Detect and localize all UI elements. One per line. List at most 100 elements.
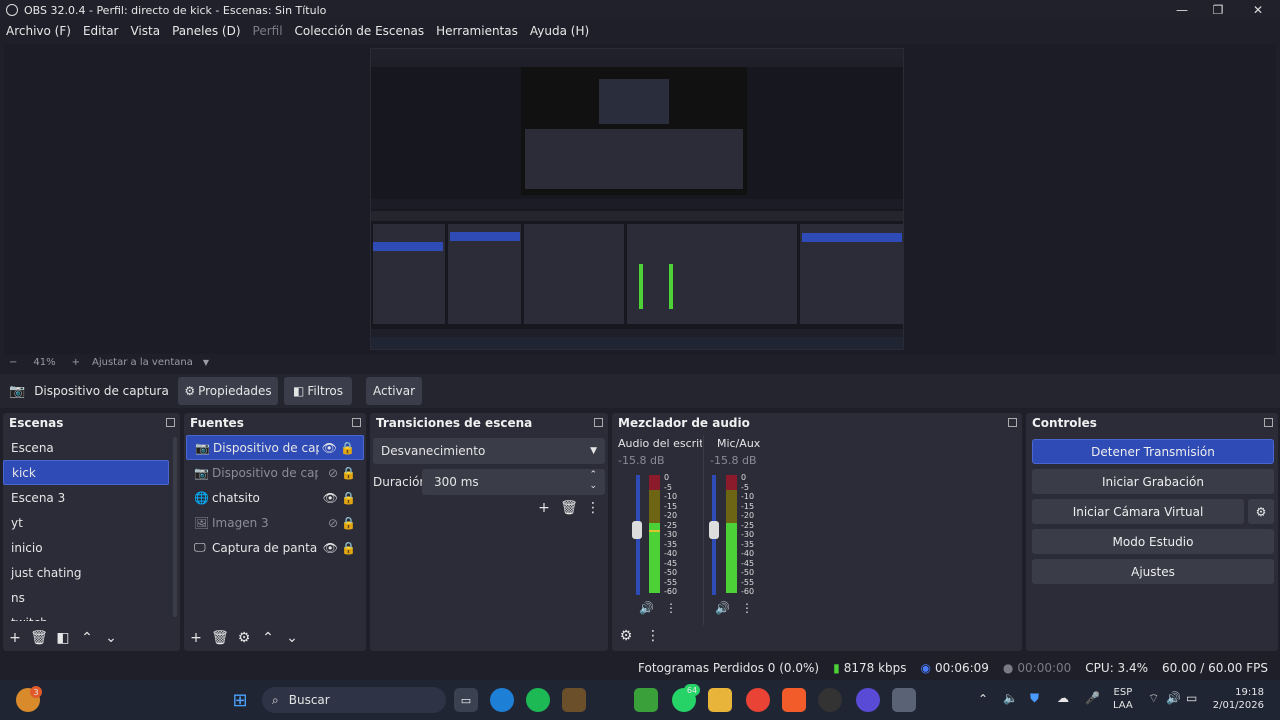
- more-icon[interactable]: ⋮: [581, 499, 605, 517]
- menu-editar[interactable]: Editar: [83, 24, 119, 38]
- chevron-up-icon[interactable]: ⌃: [589, 470, 597, 480]
- eye-icon[interactable]: 👁: [322, 441, 337, 455]
- battery-icon[interactable]: ▭: [1186, 691, 1197, 705]
- chevron-down-icon[interactable]: ⌄: [589, 481, 597, 491]
- obs-taskbar-icon[interactable]: [818, 688, 842, 712]
- language-indicator[interactable]: ESP LAA: [1113, 686, 1133, 712]
- task-view-icon[interactable]: ▭: [454, 688, 478, 712]
- filters-button[interactable]: ◧ Filtros: [284, 377, 352, 405]
- start-recording-button[interactable]: Iniciar Grabación: [1032, 469, 1274, 494]
- folder-icon[interactable]: [708, 688, 732, 712]
- add-icon[interactable]: +: [184, 629, 208, 647]
- eye-hidden-icon[interactable]: ⊘: [328, 466, 338, 480]
- trash-icon[interactable]: 🗑: [557, 499, 581, 517]
- eye-icon[interactable]: 👁: [323, 491, 338, 505]
- source-item[interactable]: 🖵 Captura de pantalla 3 👁🔒: [186, 535, 364, 560]
- volume-icon[interactable]: 🔊: [1166, 691, 1181, 705]
- duration-spinbox[interactable]: 300 ms ⌃ ⌄: [422, 469, 605, 495]
- wifi-icon[interactable]: ⌔: [1148, 691, 1159, 706]
- undock-icon[interactable]: [1008, 418, 1017, 427]
- taskbar-search[interactable]: ⌕ Buscar: [262, 687, 446, 713]
- chevron-down-icon[interactable]: ▼: [203, 358, 209, 367]
- add-icon[interactable]: +: [3, 629, 27, 647]
- scene-item[interactable]: yt: [3, 510, 169, 535]
- scene-item[interactable]: inicio: [3, 535, 169, 560]
- gear-icon[interactable]: ⚙: [614, 627, 638, 645]
- app-icon[interactable]: [856, 688, 880, 712]
- more-icon[interactable]: ⋮: [641, 627, 665, 645]
- windows-start-icon[interactable]: ⊞: [228, 688, 252, 712]
- arrow-down-icon[interactable]: ⌄: [280, 629, 304, 647]
- arrow-up-icon[interactable]: ⌃: [256, 629, 280, 647]
- lock-icon[interactable]: 🔒: [341, 516, 356, 530]
- gear-icon[interactable]: ⚙: [232, 629, 256, 647]
- add-icon[interactable]: +: [532, 499, 556, 517]
- filter-icon[interactable]: ◧: [51, 629, 75, 647]
- zoom-out-button[interactable]: −: [9, 357, 17, 368]
- lock-icon[interactable]: 🔒: [340, 441, 355, 455]
- preview-canvas[interactable]: [4, 44, 1276, 354]
- edge-icon[interactable]: [490, 688, 514, 712]
- menu-paneles[interactable]: Paneles (D): [172, 24, 240, 38]
- volume-fader-handle[interactable]: [709, 521, 719, 539]
- source-item[interactable]: 📷Dispositivo de captur ⊘🔒: [186, 460, 364, 485]
- activate-button[interactable]: Activar: [366, 377, 422, 405]
- speaker-icon[interactable]: 🔊: [715, 601, 730, 615]
- scene-item[interactable]: ns: [3, 585, 169, 610]
- fit-window-label[interactable]: Ajustar a la ventana: [92, 357, 193, 368]
- shield-icon[interactable]: ⛊: [1030, 691, 1039, 706]
- transition-select[interactable]: Desvanecimiento ▼: [373, 438, 605, 464]
- trash-icon[interactable]: 🗑: [208, 629, 232, 647]
- more-icon[interactable]: ⋮: [741, 601, 753, 615]
- lock-icon[interactable]: 🔒: [341, 491, 356, 505]
- zoom-in-button[interactable]: +: [72, 357, 80, 368]
- arrow-down-icon[interactable]: ⌄: [99, 629, 123, 647]
- lock-icon[interactable]: 🔒: [341, 466, 356, 480]
- scene-item[interactable]: twitch: [3, 610, 169, 622]
- trash-icon[interactable]: 🗑: [27, 629, 51, 647]
- settings-button[interactable]: Ajustes: [1032, 559, 1274, 584]
- undock-icon[interactable]: [352, 418, 361, 427]
- lock-icon[interactable]: 🔒: [341, 541, 356, 555]
- virtual-cam-button[interactable]: Iniciar Cámara Virtual: [1032, 499, 1244, 524]
- properties-button[interactable]: ⚙ Propiedades: [178, 377, 278, 405]
- creeper-icon[interactable]: [634, 688, 658, 712]
- undock-icon[interactable]: [594, 418, 603, 427]
- stop-stream-button[interactable]: Detener Transmisión: [1032, 439, 1274, 464]
- menu-ayuda[interactable]: Ayuda (H): [530, 24, 589, 38]
- scene-item[interactable]: just chating: [3, 560, 169, 585]
- brave-icon[interactable]: [782, 688, 806, 712]
- source-item-selected[interactable]: 📷Dispositivo de captur 👁🔒: [186, 435, 364, 460]
- source-item[interactable]: 🖼 Imagen 3 ⊘ 🔒: [186, 510, 364, 535]
- microphone-icon[interactable]: 🎤: [1085, 691, 1100, 705]
- chrome-icon[interactable]: [746, 688, 770, 712]
- volume-fader-handle[interactable]: [632, 521, 642, 539]
- source-item[interactable]: 🌐 chatsito 👁 🔒: [186, 485, 364, 510]
- more-icon[interactable]: ⋮: [665, 601, 677, 615]
- scene-item-selected[interactable]: kick: [3, 460, 169, 485]
- clock[interactable]: 19:18 2/01/2026: [1212, 686, 1264, 712]
- arrow-up-icon[interactable]: ⌃: [75, 629, 99, 647]
- eye-hidden-icon[interactable]: ⊘: [328, 516, 338, 530]
- close-button[interactable]: ✕: [1240, 0, 1276, 20]
- scenes-scrollbar[interactable]: [173, 437, 177, 617]
- scene-item[interactable]: Escena: [3, 435, 169, 460]
- eye-icon[interactable]: 👁: [323, 541, 338, 555]
- menu-archivo[interactable]: Archivo (F): [6, 24, 71, 38]
- menu-perfil[interactable]: Perfil: [253, 24, 283, 38]
- minecraft-icon[interactable]: [562, 688, 586, 712]
- menu-vista[interactable]: Vista: [130, 24, 160, 38]
- spotify-icon[interactable]: [526, 688, 550, 712]
- maximize-button[interactable]: ❐: [1200, 0, 1236, 20]
- gear-icon[interactable]: ⚙: [1248, 499, 1274, 524]
- studio-mode-button[interactable]: Modo Estudio: [1032, 529, 1274, 554]
- menu-coleccion[interactable]: Colección de Escenas: [295, 24, 425, 38]
- speaker-icon[interactable]: 🔊: [639, 601, 654, 615]
- minimize-button[interactable]: —: [1164, 0, 1200, 20]
- app-icon[interactable]: [892, 688, 916, 712]
- menu-herramientas[interactable]: Herramientas: [436, 24, 518, 38]
- cloud-icon[interactable]: ☁: [1057, 691, 1069, 705]
- speaker-icon[interactable]: 🔈: [1003, 691, 1018, 705]
- undock-icon[interactable]: [166, 418, 175, 427]
- scene-item[interactable]: Escena 3: [3, 485, 169, 510]
